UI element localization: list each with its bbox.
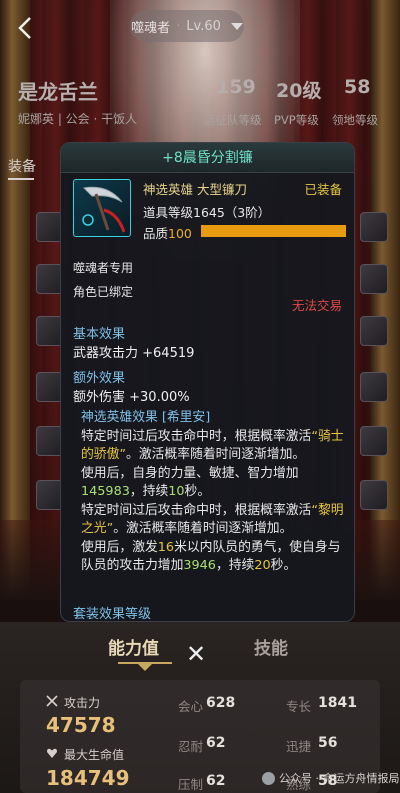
pvp-level-value: 20级 [276, 80, 322, 102]
crit-value: 628 [206, 695, 236, 711]
watermark: 公众号 · 命运方舟情报局 [262, 770, 400, 786]
extra-effect-value: 额外伤害 +30.00% [73, 390, 190, 405]
endurance-value: 62 [206, 735, 226, 751]
effect4-duration: 20 [254, 558, 271, 573]
item-title: +8晨昏分割镰 [61, 143, 354, 173]
domination-value: 62 [206, 773, 226, 789]
swiftness-label: 迅捷 [286, 739, 312, 754]
effect2-text-mid: ，持续 [129, 484, 169, 499]
hero-effect-text-4: 使用后，激发16米以内队员的勇气，使自身与队员的攻击力增加3946，持续20秒。 [81, 539, 353, 576]
equipment-slot[interactable] [360, 480, 388, 510]
quality-label: 品质100 [143, 223, 192, 242]
pvp-level-label: PVP等级 [274, 113, 319, 127]
character-name: 是龙舌兰 [18, 80, 98, 104]
right-pillar [370, 0, 400, 600]
close-icon[interactable]: ✕ [186, 640, 206, 668]
hp-value: 184749 [46, 766, 130, 790]
roster-level-label: 远征队等级 [204, 113, 262, 127]
attack-value: 47578 [46, 713, 116, 737]
effect4-text: 使用后，激发 [81, 539, 158, 555]
tab-ornament-icon [138, 664, 152, 671]
effect4-attack-value: 3946 [183, 558, 216, 573]
untradeable-status: 无法交易 [291, 298, 342, 313]
item-level: 道具等级1645（3阶） [143, 205, 271, 220]
character-server-guild: 妮娜英 | 公会 · 干饭人 [18, 112, 138, 126]
hp-label-row: 最大生命值 [46, 746, 124, 763]
hp-label: 最大生命值 [64, 748, 125, 762]
effect1-text-end: 。激活概率随着时间逐渐增加。 [126, 447, 306, 462]
hero-effect-heading: 神选英雄效果 [希里安] [81, 410, 211, 425]
scythe-icon [73, 179, 131, 237]
hero-effect-text-3: 特定时间过后攻击命中时，根据概率激活“黎明之光”。激活概率随着时间逐渐增加。 [81, 502, 353, 539]
effect3-text-end: 。激活概率随着时间逐渐增加。 [113, 521, 293, 536]
back-chevron-icon[interactable] [14, 14, 36, 42]
quality-value: 100 [168, 226, 192, 241]
attack-label-row: 攻击力 [46, 694, 100, 711]
crit-label: 会心 [178, 699, 204, 714]
wechat-icon [262, 771, 275, 785]
class-restriction: 噬魂者专用 [73, 261, 134, 275]
hero-effect-text-1: 特定时间过后攻击命中时，根据概率激活“骑士的骄傲”。激活概率随着时间逐渐增加。 [81, 428, 353, 465]
tab-ability[interactable]: 能力值 [108, 634, 159, 659]
effect2-text: 使用后，自身的力量、敏捷、智力增加 [81, 465, 299, 481]
hero-effect-block: 神选英雄效果 [希里安] 特定时间过后攻击命中时，根据概率激活“骑士的骄傲”。激… [81, 409, 353, 576]
effect2-stat-value: 145983 [81, 484, 130, 499]
stronghold-level-label: 领地等级 [332, 113, 378, 127]
equipment-slot[interactable] [360, 316, 388, 346]
extra-effect-heading: 额外效果 [73, 371, 126, 386]
item-name: 神选英雄 大型镰刀 [143, 182, 247, 197]
hero-effect-text-2: 使用后，自身的力量、敏捷、智力增加 145983，持续10秒。 [81, 465, 353, 502]
tab-equipment-underline [8, 178, 34, 180]
item-tooltip: +8晨昏分割镰 神选英雄 大型镰刀 已装备 道具等级1645（3阶） 品质100… [60, 142, 355, 622]
effect4-range: 16 [157, 539, 175, 555]
quality-bar [201, 225, 346, 237]
tab-equipment[interactable]: 装备 [8, 156, 36, 176]
equipment-slot[interactable] [360, 426, 388, 456]
effect2-duration: 10 [168, 484, 185, 499]
specialization-value: 1841 [318, 695, 357, 711]
equipped-badge: 已装备 [304, 182, 342, 197]
effect2-text-end: 秒。 [184, 484, 211, 499]
equipment-slot[interactable] [360, 264, 388, 294]
swords-icon [46, 695, 58, 710]
basic-effect-value: 武器攻击力 +64519 [73, 346, 195, 361]
endurance-label: 忍耐 [178, 739, 204, 754]
quality-label-text: 品质 [143, 226, 169, 241]
stronghold-level-value: 58 [344, 76, 371, 98]
character-level: Lv.60 [186, 18, 221, 34]
basic-effect-heading: 基本效果 [73, 327, 126, 342]
effect3-text: 特定时间过后攻击命中时，根据概率激活 [81, 502, 312, 518]
class-selector[interactable]: 噬魂者 · Lv.60 [130, 10, 244, 42]
chevron-down-icon [230, 22, 243, 30]
specialization-label: 专长 [286, 699, 312, 714]
separator: · [176, 18, 181, 34]
set-effect-heading: 套装效果等级 [73, 607, 152, 622]
domination-label: 压制 [178, 777, 204, 792]
effect4-text-end: 秒。 [270, 558, 297, 573]
roster-level-value: 159 [216, 76, 256, 98]
heart-icon [46, 747, 58, 762]
equipment-slot[interactable] [360, 212, 388, 242]
tab-skill[interactable]: 技能 [254, 634, 288, 659]
effect1-text: 特定时间过后攻击命中时，根据概率激活 [81, 428, 312, 444]
class-name: 噬魂者 [131, 20, 171, 36]
watermark-text: 公众号 · 命运方舟情报局 [279, 772, 400, 785]
effect4-text-mid2: ，持续 [215, 558, 255, 573]
swiftness-value: 56 [318, 735, 338, 751]
equipment-slot[interactable] [360, 372, 388, 402]
bound-status: 角色已绑定 [73, 285, 134, 299]
attack-label: 攻击力 [64, 696, 101, 710]
